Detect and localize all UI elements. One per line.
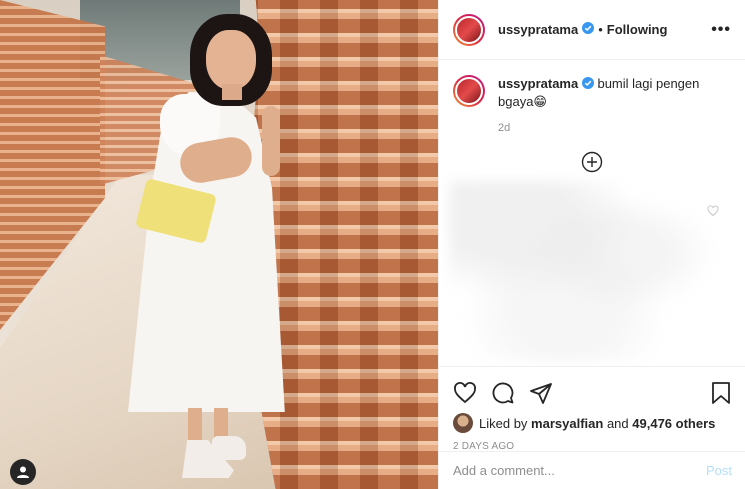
following-button[interactable]: Following [607, 22, 668, 37]
verified-badge-icon [582, 21, 595, 39]
user-icon [17, 466, 29, 478]
photo-face [206, 30, 256, 90]
hidden-comments-blur [449, 181, 739, 361]
save-button[interactable] [710, 381, 732, 405]
caption-username[interactable]: ussypratama [498, 76, 578, 91]
add-comment-bar: Post [439, 451, 745, 489]
likes-count[interactable]: 49,476 others [632, 416, 715, 431]
comment-input[interactable] [453, 463, 706, 478]
post-header: ussypratama • Following ••• [439, 0, 745, 60]
heart-icon [707, 205, 719, 217]
share-button[interactable] [529, 381, 553, 405]
follow-separator: • [598, 22, 603, 37]
likes-prefix: Liked by [479, 415, 528, 431]
tagged-user-button[interactable] [10, 459, 36, 485]
caption-body: ussypratama bumil lagi pengen bgaya😁 [498, 75, 732, 110]
post-actions: Liked by marsyalfian and 49,476 others 2… [439, 366, 745, 452]
photo-neck [222, 84, 242, 100]
bookmark-icon [712, 382, 730, 404]
post-photo[interactable] [0, 0, 438, 489]
more-options-button[interactable]: ••• [711, 21, 731, 39]
author-avatar[interactable] [453, 13, 485, 46]
post-comment-button[interactable]: Post [706, 463, 732, 478]
comment-icon [492, 382, 514, 404]
liker-avatar[interactable] [453, 413, 473, 433]
caption-avatar[interactable] [453, 75, 485, 107]
load-more-comments-button[interactable] [581, 151, 603, 173]
comments-section[interactable]: ussypratama bumil lagi pengen bgaya😁 2d [439, 61, 745, 366]
plus-circle-icon [581, 151, 603, 173]
action-row [453, 375, 732, 411]
caption-time[interactable]: 2d [498, 122, 745, 134]
comment-like-button[interactable] [707, 204, 719, 222]
caption-emoji: 😁 [533, 94, 547, 109]
likes-joiner: and [606, 415, 629, 431]
like-button[interactable] [453, 381, 477, 405]
heart-icon [454, 382, 476, 404]
comment-button[interactable] [491, 381, 515, 405]
post-side-panel: ussypratama • Following ••• ussypratama … [438, 0, 745, 489]
author-username[interactable]: ussypratama [498, 22, 578, 37]
caption: ussypratama bumil lagi pengen bgaya😁 [439, 61, 745, 110]
verified-badge-icon [581, 76, 594, 93]
likes-summary: Liked by marsyalfian and 49,476 others [453, 413, 732, 433]
paper-plane-icon [530, 383, 552, 404]
photo-shoe-right [212, 436, 246, 460]
photo-arm-right [262, 106, 280, 176]
liker-username[interactable]: marsyalfian [531, 416, 603, 431]
